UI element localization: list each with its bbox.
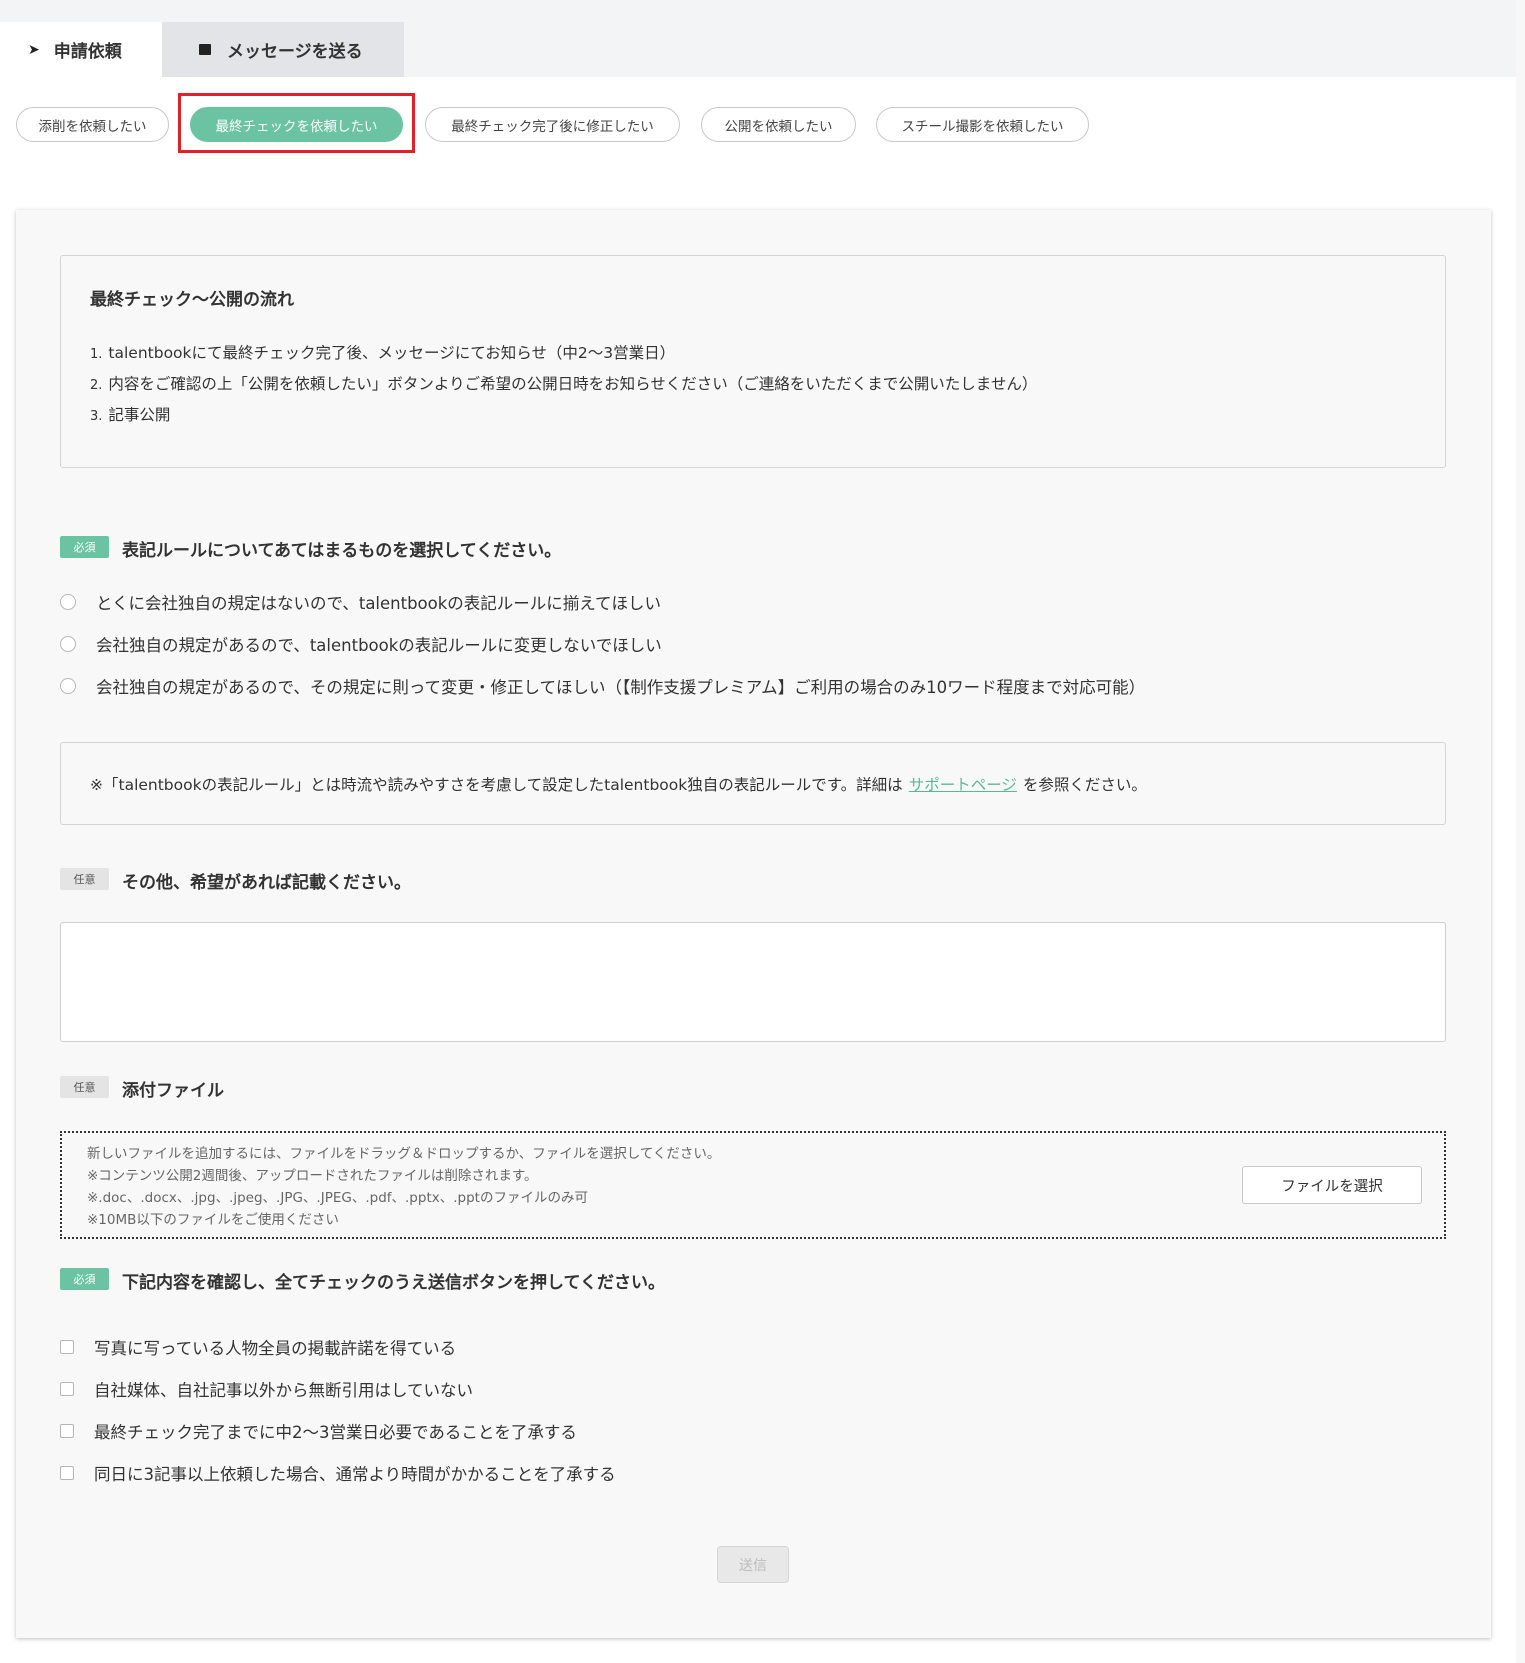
file-dropzone[interactable]: 新しいファイルを追加するには、ファイルをドラッグ＆ドロップするか、ファイルを選択…	[60, 1131, 1446, 1239]
confirm-item-4[interactable]: 同日に3記事以上依頼した場合、通常より時間がかかることを了承する	[60, 1461, 616, 1485]
radio-button[interactable]	[60, 678, 76, 694]
request-type-post-check-fix[interactable]: 最終チェック完了後に修正したい	[425, 107, 680, 142]
checkbox[interactable]	[60, 1466, 74, 1480]
chevron-right-icon: ➤	[28, 41, 40, 58]
notation-note-box: ※「talentbookの表記ルール」とは時流や読みやすさを考慮して設定したta…	[60, 742, 1446, 825]
checkbox[interactable]	[60, 1424, 74, 1438]
selection-highlight	[178, 93, 415, 153]
required-badge: 必須	[60, 1268, 109, 1290]
request-type-still-photo[interactable]: スチール撮影を依頼したい	[876, 107, 1089, 142]
flow-step: 2. 内容をご確認の上「公開を依頼したい」ボタンよりご希望の公開日時をお知らせくだ…	[90, 375, 1038, 393]
required-badge: 必須	[60, 536, 109, 558]
scroll-gutter	[1516, 0, 1525, 1663]
confirm-item-1[interactable]: 写真に写っている人物全員の掲載許諾を得ている	[60, 1335, 456, 1359]
dropzone-instructions: 新しいファイルを追加するには、ファイルをドラッグ＆ドロップするか、ファイルを選択…	[87, 1146, 721, 1228]
flow-info-box: 最終チェック～公開の流れ 1. talentbookにて最終チェック完了後、メッセ…	[60, 255, 1446, 468]
checkbox[interactable]	[60, 1340, 74, 1354]
tab-request-label: 申請依頼	[53, 42, 122, 62]
optional-badge: 任意	[60, 868, 109, 890]
tab-request[interactable]: ➤ 申請依頼	[0, 22, 162, 77]
notation-option-3[interactable]: 会社独自の規定があるので、その規定に則って変更・修正してほしい（【制作支援プレミ…	[60, 674, 1145, 698]
flow-step: 1. talentbookにて最終チェック完了後、メッセージにてお知らせ（中2～3…	[90, 344, 676, 362]
notation-option-2[interactable]: 会社独自の規定があるので、talentbookの表記ルールに変更しないでほしい	[60, 632, 662, 656]
checkbox[interactable]	[60, 1382, 74, 1396]
request-type-publish[interactable]: 公開を依頼したい	[701, 107, 856, 142]
request-type-edit[interactable]: 添削を依頼したい	[16, 107, 169, 142]
radio-button[interactable]	[60, 636, 76, 652]
confirm-item-3[interactable]: 最終チェック完了までに中2～3営業日必要であることを了承する	[60, 1419, 577, 1443]
attachment-label: 添付ファイル	[122, 1081, 224, 1101]
flow-step: 3. 記事公開	[90, 406, 171, 424]
confirm-item-2[interactable]: 自社媒体、自社記事以外から無断引用はしていない	[60, 1377, 473, 1401]
other-request-label: その他、希望があれば記載ください。	[122, 873, 411, 893]
optional-badge: 任意	[60, 1076, 109, 1098]
support-page-link[interactable]: サポートページ	[909, 773, 1017, 795]
submit-button[interactable]: 送信	[717, 1546, 789, 1583]
flow-steps: 1. talentbookにて最終チェック完了後、メッセージにてお知らせ（中2～3…	[90, 338, 1037, 431]
radio-button[interactable]	[60, 594, 76, 610]
choose-file-button[interactable]: ファイルを選択	[1242, 1166, 1422, 1204]
tab-message-label: メッセージを送る	[227, 42, 363, 62]
notation-question-label: 表記ルールについてあてはまるものを選択してください。	[122, 541, 562, 561]
flow-title: 最終チェック～公開の流れ	[90, 290, 294, 310]
confirm-label: 下記内容を確認し、全てチェックのうえ送信ボタンを押してください。	[122, 1273, 665, 1293]
other-request-textarea[interactable]	[60, 922, 1446, 1042]
tab-message[interactable]: メッセージを送る	[162, 22, 404, 77]
message-square-icon	[199, 44, 211, 55]
notation-option-1[interactable]: とくに会社独自の規定はないので、talentbookの表記ルールに揃えてほしい	[60, 590, 661, 614]
